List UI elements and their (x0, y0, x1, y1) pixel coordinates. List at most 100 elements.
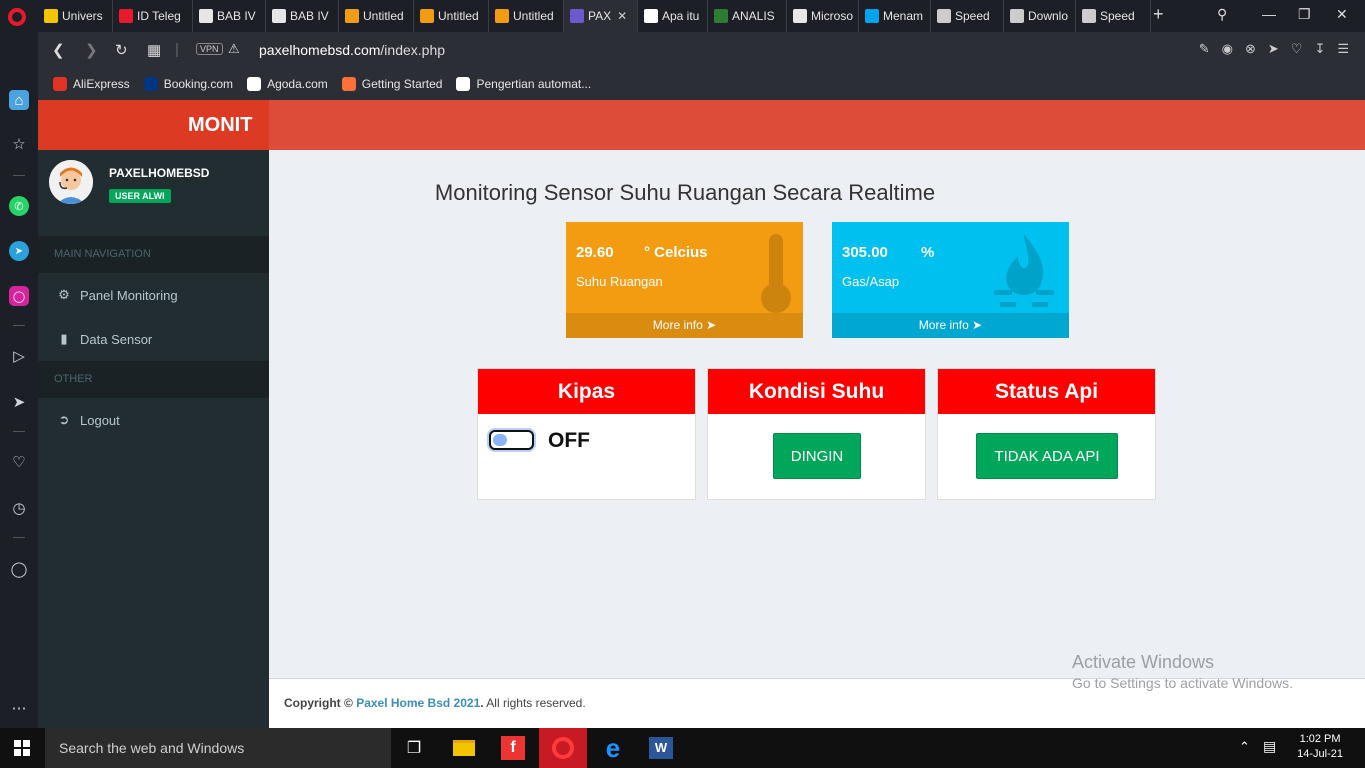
browser-tab[interactable]: Microso (787, 0, 859, 32)
bookmark-item[interactable]: Pengertian automat... (456, 77, 591, 91)
foxit-reader-icon[interactable]: f (489, 728, 537, 768)
windows-taskbar: Search the web and Windows ❐ f e W ⌃ ▤ 1… (0, 728, 1365, 768)
bookmark-favicon-icon (143, 77, 158, 91)
word-icon[interactable]: W (637, 728, 685, 768)
browser-tab[interactable]: Untitled (414, 0, 489, 32)
browser-tab[interactable]: ANALIS (708, 0, 787, 32)
copyright-prefix: Copyright © (284, 696, 353, 710)
address-actions: ✎ ◉ ⊗ ➤ ♡ ↧ ☰ (1199, 41, 1349, 57)
windows-start-icon[interactable] (14, 740, 30, 756)
copyright-suffix: All rights reserved. (486, 696, 586, 710)
block-icon[interactable]: ⊗ (1245, 41, 1256, 57)
sign-out-icon: ➲ (58, 412, 70, 427)
task-view-icon[interactable]: ❐ (390, 728, 438, 768)
bookmark-label: Agoda.com (267, 77, 328, 91)
telegram-icon[interactable]: ➤ (9, 241, 29, 261)
notification-icon[interactable]: ▤ (1263, 738, 1276, 755)
browser-tab[interactable]: Downlo (1004, 0, 1076, 32)
search-tabs-icon[interactable]: ⚲ (1217, 6, 1227, 23)
tab-favicon-icon (714, 9, 728, 23)
bookmark-item[interactable]: AliExpress (53, 77, 130, 91)
reload-button[interactable]: ↻ (115, 41, 128, 59)
sidebar-item-panel-monitoring[interactable]: ⚙ Panel Monitoring (38, 273, 269, 317)
arrow-circle-right-icon: ➤ (972, 318, 983, 332)
lightbulb-icon[interactable]: ◯ (9, 559, 29, 579)
bookmark-label: Pengertian automat... (476, 77, 592, 91)
url-field[interactable]: paxelhomebsd.com/index.php (259, 42, 445, 58)
home-icon[interactable]: ⌂ (9, 90, 29, 110)
edge-browser-icon[interactable]: e (589, 728, 637, 768)
fan-panel: Kipas OFF (477, 368, 696, 500)
browser-tab[interactable]: ID Teleg (113, 0, 193, 32)
tab-label: BAB IV (217, 9, 256, 23)
vpn-badge[interactable]: VPN (196, 43, 223, 55)
tab-label: Untitled (513, 9, 554, 23)
send-icon[interactable]: ➤ (9, 392, 29, 412)
brand-logo[interactable]: MONIT (38, 100, 269, 150)
browser-tab[interactable]: Univers (38, 0, 113, 32)
chevron-up-icon[interactable]: ⌃ (1239, 739, 1250, 755)
browser-tab[interactable]: Untitled (339, 0, 414, 32)
edit-icon[interactable]: ✎ (1199, 41, 1210, 57)
whatsapp-icon[interactable]: ✆ (9, 196, 29, 216)
temperature-unit: ° Celcius (644, 244, 708, 261)
tab-favicon-icon (865, 9, 879, 23)
warning-icon[interactable]: ⚠ (228, 41, 240, 57)
camera-icon[interactable]: ◉ (1222, 41, 1233, 57)
browser-tab[interactable]: Apa itu (638, 0, 708, 32)
player-icon[interactable]: ▷ (9, 346, 29, 366)
tabs-grid-icon[interactable]: ▦ (147, 41, 161, 59)
maximize-button[interactable]: ❐ (1298, 6, 1311, 23)
send-icon[interactable]: ➤ (1268, 41, 1279, 57)
fire-status-button[interactable]: TIDAK ADA API (976, 433, 1118, 479)
browser-tab[interactable]: Speed (1076, 0, 1151, 32)
browser-tab[interactable]: BAB IV (266, 0, 339, 32)
bookmark-item[interactable]: Getting Started (341, 77, 442, 91)
tab-label: Untitled (438, 9, 479, 23)
taskbar-clock[interactable]: 1:02 PM 14-Jul-21 (1297, 732, 1343, 762)
history-icon[interactable]: ◷ (9, 498, 29, 518)
minimize-button[interactable]: — (1262, 6, 1276, 22)
close-tab-icon[interactable]: ✕ (617, 9, 627, 23)
close-window-button[interactable]: ✕ (1336, 6, 1348, 23)
main-sidebar: PAXELHOMEBSD USER ALWI MAIN NAVIGATION ⚙… (38, 150, 269, 728)
bookmark-item[interactable]: Agoda.com (247, 77, 328, 91)
forward-button[interactable]: ❯ (85, 41, 98, 59)
temperature-more-info-link[interactable]: More info ➤ (566, 313, 803, 338)
menu-icon[interactable]: ☰ (1337, 41, 1349, 57)
temperature-condition-button[interactable]: DINGIN (773, 433, 861, 479)
heart-icon[interactable]: ♡ (9, 452, 29, 472)
gas-more-info-link[interactable]: More info ➤ (832, 313, 1069, 338)
browser-tab[interactable]: PAX ✕ (564, 0, 638, 32)
dashboard-icon: ⚙ (58, 287, 70, 302)
tab-label: BAB IV (290, 9, 329, 23)
fan-toggle-switch[interactable] (489, 430, 534, 450)
sidebar-item-logout[interactable]: ➲ Logout (38, 398, 269, 442)
bookmark-item[interactable]: Booking.com (143, 77, 233, 91)
sidebar-item-data-sensor[interactable]: ▮ Data Sensor (38, 317, 269, 361)
heart-icon[interactable]: ♡ (1291, 41, 1303, 57)
browser-tab[interactable]: Untitled (489, 0, 564, 32)
star-icon[interactable]: ☆ (9, 134, 29, 154)
tab-label: ID Teleg (137, 9, 181, 23)
watermark-subtitle: Go to Settings to activate Windows. (1072, 675, 1293, 691)
browser-tab[interactable]: Menam (859, 0, 931, 32)
instagram-icon[interactable]: ◯ (9, 286, 29, 306)
browser-tab[interactable]: Speed (931, 0, 1004, 32)
toggle-knob (493, 434, 507, 446)
taskbar-search-box[interactable]: Search the web and Windows (45, 728, 391, 768)
download-icon[interactable]: ↧ (1314, 41, 1325, 57)
tab-label: Univers (62, 9, 103, 23)
fire-status-panel: Status Api TIDAK ADA API (937, 368, 1156, 500)
sidebar-divider (13, 175, 25, 176)
opera-logo-icon[interactable] (8, 8, 26, 26)
tab-favicon-icon (644, 9, 658, 23)
tab-favicon-icon (570, 9, 584, 23)
file-explorer-icon[interactable] (440, 728, 488, 768)
opera-browser-icon[interactable] (539, 728, 587, 768)
more-icon[interactable]: ⋯ (9, 698, 29, 718)
back-button[interactable]: ❮ (52, 41, 65, 59)
browser-tab[interactable]: BAB IV (193, 0, 266, 32)
new-tab-button[interactable]: + (1153, 4, 1164, 25)
copyright-link[interactable]: Paxel Home Bsd 2021 (356, 696, 480, 710)
